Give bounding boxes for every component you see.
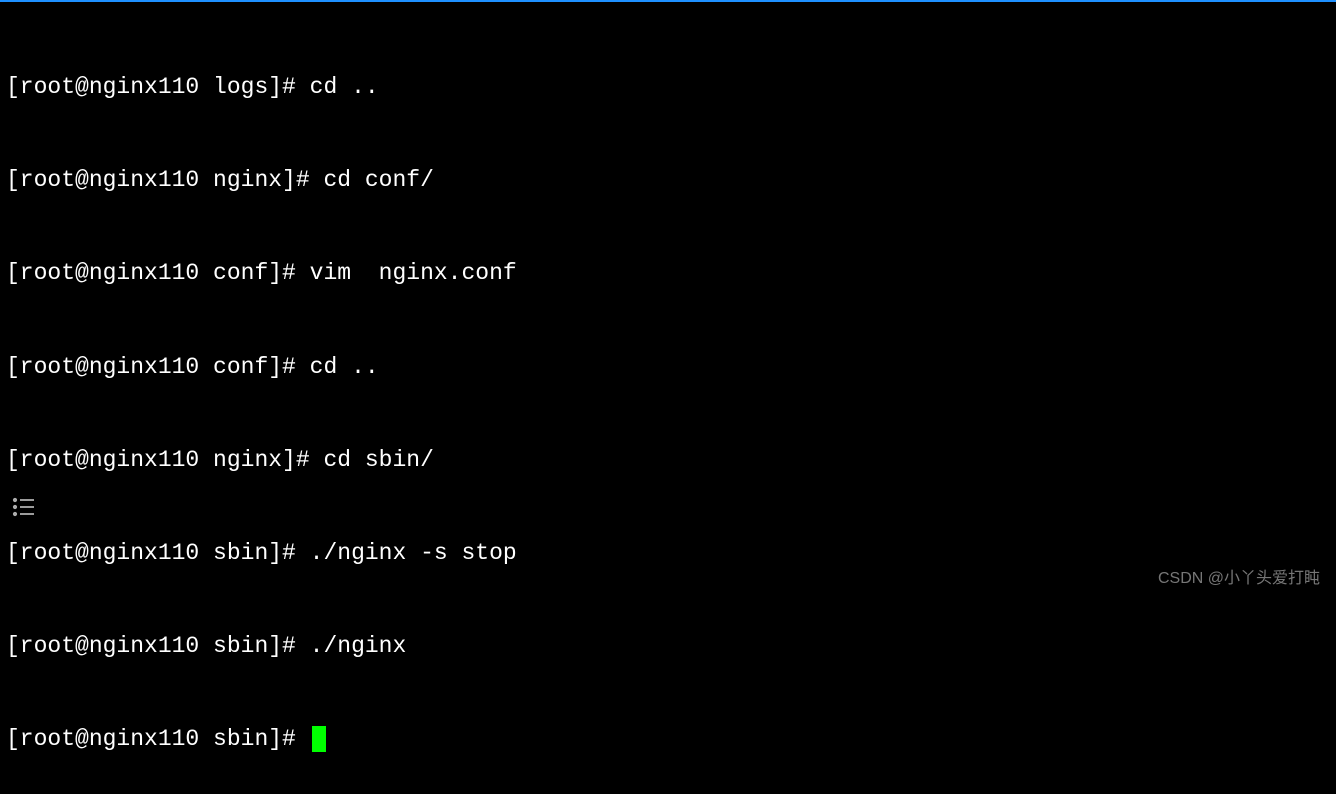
shell-command: cd .. bbox=[310, 74, 379, 100]
shell-command: cd sbin/ bbox=[323, 447, 433, 473]
terminal-line: [root@nginx110 nginx]# cd sbin/ bbox=[6, 445, 1330, 476]
terminal-line: [root@nginx110 logs]# cd .. bbox=[6, 72, 1330, 103]
terminal-active-line[interactable]: [root@nginx110 sbin]# bbox=[6, 724, 1330, 755]
terminal-line: [root@nginx110 conf]# vim nginx.conf bbox=[6, 258, 1330, 289]
terminal-line: [root@nginx110 sbin]# ./nginx -s stop bbox=[6, 538, 1330, 569]
shell-prompt: [root@nginx110 sbin]# bbox=[6, 633, 310, 659]
shell-command: ./nginx bbox=[310, 633, 407, 659]
shell-prompt: [root@nginx110 conf]# bbox=[6, 354, 310, 380]
shell-prompt: [root@nginx110 logs]# bbox=[6, 74, 310, 100]
cursor-icon bbox=[312, 726, 326, 752]
terminal-line: [root@nginx110 conf]# cd .. bbox=[6, 352, 1330, 383]
shell-prompt: [root@nginx110 nginx]# bbox=[6, 167, 323, 193]
shell-prompt: [root@nginx110 nginx]# bbox=[6, 447, 323, 473]
terminal-output[interactable]: [root@nginx110 logs]# cd .. [root@nginx1… bbox=[0, 2, 1336, 794]
shell-command: vim nginx.conf bbox=[310, 260, 517, 286]
shell-prompt: [root@nginx110 sbin]# bbox=[6, 540, 310, 566]
terminal-line: [root@nginx110 sbin]# ./nginx bbox=[6, 631, 1330, 662]
watermark-text: CSDN @小丫头爱打盹 bbox=[1158, 564, 1320, 588]
shell-command: cd .. bbox=[310, 354, 379, 380]
shell-prompt: [root@nginx110 sbin]# bbox=[6, 726, 310, 752]
list-icon[interactable] bbox=[12, 496, 36, 518]
shell-prompt: [root@nginx110 conf]# bbox=[6, 260, 310, 286]
shell-command: ./nginx -s stop bbox=[310, 540, 517, 566]
terminal-line: [root@nginx110 nginx]# cd conf/ bbox=[6, 165, 1330, 196]
shell-command: cd conf/ bbox=[323, 167, 433, 193]
